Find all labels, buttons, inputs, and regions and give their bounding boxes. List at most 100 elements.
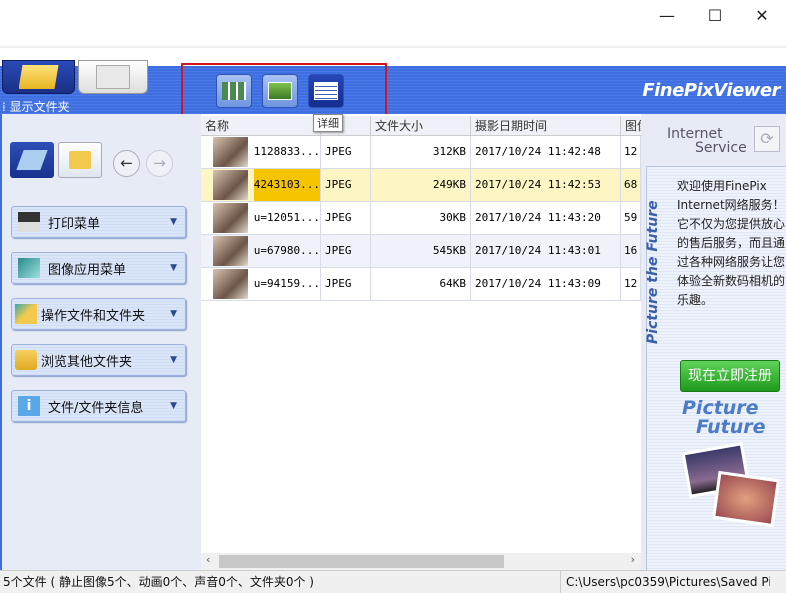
title-bar: — ☐ ✕: [0, 0, 786, 48]
refresh-button[interactable]: ⟳: [754, 126, 780, 152]
image-app-menu-button[interactable]: 图像应用菜单 ▼: [11, 252, 186, 284]
file-name: 4243103...: [253, 169, 320, 201]
file-name: u=94159...: [253, 277, 320, 290]
thumbnail-image: [213, 236, 248, 266]
table-row[interactable]: u=94159... JPEG 64KB 2017/10/24 11:43:09…: [201, 268, 641, 301]
cell-date: 2017/10/24 11:43:01: [471, 235, 621, 267]
cell-dimensions: 68: [621, 169, 641, 201]
cell-name: u=94159...: [201, 268, 321, 300]
menu-label: 浏览其他文件夹: [41, 354, 133, 370]
folder-tree-button[interactable]: [58, 142, 102, 178]
column-dimensions[interactable]: 图像: [621, 116, 641, 135]
show-folder-text: 显示文件夹: [9, 100, 70, 114]
dropdown-arrow-icon: ▼: [170, 355, 177, 365]
tooltip: 详细: [313, 114, 343, 132]
show-folder-label[interactable]: ⁞ 显示文件夹: [2, 98, 70, 115]
menu-label: 图像应用菜单: [48, 262, 127, 278]
thumbnail-image: [213, 170, 248, 200]
image-icon: [18, 258, 40, 278]
close-button[interactable]: ✕: [739, 4, 785, 28]
thumbnail-image: [213, 137, 248, 167]
cell-type: JPEG: [321, 235, 371, 267]
picture-the-future-logo: Picture Future: [682, 399, 766, 437]
cell-dimensions: 59: [621, 202, 641, 234]
back-button[interactable]: ←: [113, 150, 140, 177]
register-now-button[interactable]: 现在立即注册: [680, 360, 780, 392]
title-line: Internet: [667, 126, 723, 142]
file-name: u=12051...: [253, 211, 320, 224]
sidebar: ← → 打印菜单 ▼ 图像应用菜单 ▼ 操作文件和文件夹 ▼ 浏览其他文件夹 ▼ i 文件…: [0, 114, 201, 570]
cell-name: u=67980...: [201, 235, 321, 267]
file-operations-menu-button[interactable]: 操作文件和文件夹 ▼: [11, 298, 186, 330]
menu-label: 打印菜单: [48, 216, 101, 232]
finepix-viewer-logo: FinePixViewer: [642, 80, 780, 101]
cell-type: JPEG: [321, 202, 371, 234]
file-list: 名称 文件大小 摄影日期时间 图像 1128833... JPEG 312KB …: [201, 114, 641, 570]
edit-mode-button[interactable]: [10, 142, 54, 178]
internet-service-title: Internet Service: [667, 127, 747, 155]
maximize-button[interactable]: ☐: [692, 4, 738, 28]
thumbnail-image: [213, 203, 248, 233]
table-row[interactable]: u=67980... JPEG 545KB 2017/10/24 11:43:0…: [201, 235, 641, 268]
internet-service-panel: Internet Service ⟳ Picture the Future 欢迎使…: [641, 114, 786, 570]
cell-type: JPEG: [321, 268, 371, 300]
file-name: 1128833...: [253, 145, 320, 158]
calendar-icon: [96, 65, 130, 89]
dropdown-arrow-icon: ▼: [170, 263, 177, 273]
printer-icon: [18, 212, 40, 232]
table-row[interactable]: 4243103... JPEG 249KB 2017/10/24 11:42:5…: [201, 169, 641, 202]
table-row[interactable]: u=12051... JPEG 30KB 2017/10/24 11:43:20…: [201, 202, 641, 235]
dropdown-arrow-icon: ▼: [170, 401, 177, 411]
folder-icon: [18, 65, 59, 89]
dropdown-arrow-icon: ▼: [170, 217, 177, 227]
folder-edit-icon: [15, 304, 37, 324]
status-path: C:\Users\pc0359\Pictures\Saved Pic: [560, 571, 770, 593]
cell-name: 4243103...: [201, 169, 321, 201]
pencil-icon: [16, 150, 48, 170]
forward-button[interactable]: →: [146, 150, 173, 177]
cell-type: JPEG: [321, 169, 371, 201]
logo-line: Future: [696, 416, 766, 438]
flowers-photo: [711, 470, 781, 528]
column-size[interactable]: 文件大小: [371, 116, 471, 135]
cell-name: u=12051...: [201, 202, 321, 234]
cell-date: 2017/10/24 11:42:48: [471, 136, 621, 168]
cell-date: 2017/10/24 11:42:53: [471, 169, 621, 201]
info-icon: i: [18, 396, 40, 416]
picture-the-future-side-logo: Picture the Future: [645, 200, 661, 344]
column-date[interactable]: 摄影日期时间: [471, 116, 621, 135]
scroll-left-arrow[interactable]: ‹: [206, 553, 210, 566]
menu-label: 文件/文件夹信息: [48, 400, 144, 416]
dropdown-arrow-icon: ▼: [170, 309, 177, 319]
file-info-menu-button[interactable]: i 文件/文件夹信息 ▼: [11, 390, 186, 422]
file-name: u=67980...: [253, 244, 320, 257]
cell-dimensions: 16: [621, 235, 641, 267]
list-header: 名称 文件大小 摄影日期时间 图像: [201, 116, 641, 136]
browse-folders-menu-button[interactable]: 浏览其他文件夹 ▼: [11, 344, 186, 376]
horizontal-scrollbar[interactable]: ‹ ›: [201, 553, 641, 570]
minimize-button[interactable]: —: [644, 4, 690, 28]
cell-type: JPEG: [321, 136, 371, 168]
thumbnail-image: [213, 269, 248, 299]
cell-size: 64KB: [371, 268, 471, 300]
column-name[interactable]: 名称: [201, 116, 321, 135]
calendar-tab[interactable]: [78, 60, 148, 94]
status-bar: 5个文件 ( 静止图像5个、动画0个、声音0个、文件夹0个 ) C:\Users…: [0, 570, 786, 593]
scrollbar-thumb[interactable]: [219, 555, 504, 568]
scroll-right-arrow[interactable]: ›: [631, 553, 635, 566]
folder-tab[interactable]: [2, 60, 75, 94]
cell-name: 1128833...: [201, 136, 321, 168]
title-line: Service: [695, 140, 747, 156]
print-menu-button[interactable]: 打印菜单 ▼: [11, 206, 186, 238]
cell-dimensions: 12: [621, 136, 641, 168]
cell-date: 2017/10/24 11:43:20: [471, 202, 621, 234]
folder-icon: [15, 350, 37, 370]
ad-text: 欢迎使用FinePix Internet网络服务！它不仅为您提供放心的售后服务，…: [677, 179, 786, 307]
cell-date: 2017/10/24 11:43:09: [471, 268, 621, 300]
status-summary: 5个文件 ( 静止图像5个、动画0个、声音0个、文件夹0个 ): [3, 575, 314, 589]
folder-tree-icon: [69, 151, 91, 169]
ad-panel: Picture the Future 欢迎使用FinePix Internet网…: [645, 166, 786, 570]
menu-label: 操作文件和文件夹: [41, 308, 146, 324]
cell-size: 312KB: [371, 136, 471, 168]
table-row[interactable]: 1128833... JPEG 312KB 2017/10/24 11:42:4…: [201, 136, 641, 169]
